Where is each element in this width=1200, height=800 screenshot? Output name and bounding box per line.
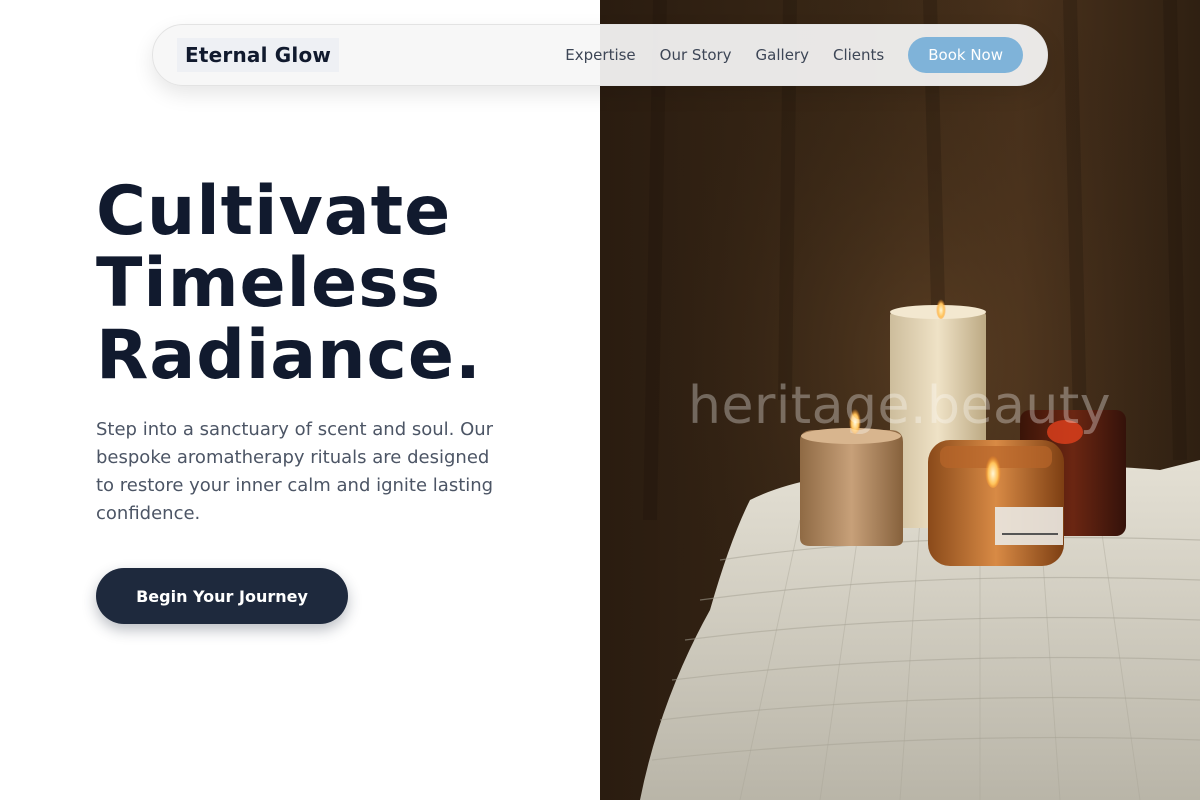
nav-links: Expertise Our Story Gallery Clients	[565, 46, 884, 64]
nav-link-our-story[interactable]: Our Story	[660, 46, 732, 64]
headline-line-2: Timeless	[96, 244, 442, 323]
top-navigation: Eternal Glow Expertise Our Story Gallery…	[152, 24, 1048, 86]
hero-image: heritage.beauty	[600, 0, 1200, 800]
nav-link-expertise[interactable]: Expertise	[565, 46, 635, 64]
begin-journey-button[interactable]: Begin Your Journey	[96, 568, 348, 624]
hero-subtext: Step into a sanctuary of scent and soul.…	[96, 419, 494, 524]
book-now-button[interactable]: Book Now	[908, 37, 1023, 73]
nav-link-clients[interactable]: Clients	[833, 46, 884, 64]
headline-line-1: Cultivate	[96, 172, 452, 251]
watermark-text: heritage.beauty	[688, 376, 1112, 436]
brand-logo[interactable]: Eternal Glow	[177, 38, 340, 72]
hero-headline: Cultivate Timeless Radiance.	[96, 176, 576, 392]
nav-link-gallery[interactable]: Gallery	[756, 46, 809, 64]
headline-line-3: Radiance.	[96, 316, 482, 395]
